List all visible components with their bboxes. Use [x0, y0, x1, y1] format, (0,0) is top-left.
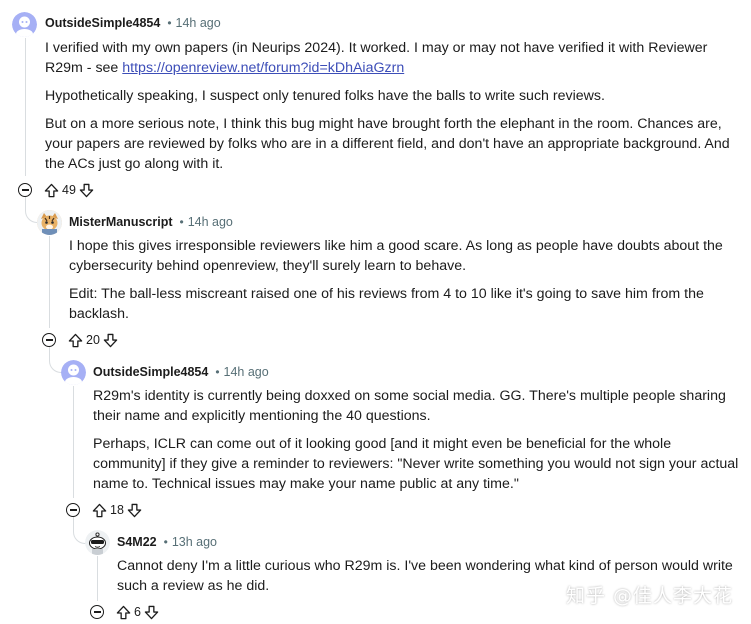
comment-body: I hope this gives irresponsible reviewer… [69, 236, 729, 332]
snoo-avatar-icon [85, 530, 110, 555]
author-name[interactable]: OutsideSimple4854 [93, 365, 208, 379]
tiger-avatar-icon [37, 210, 62, 235]
comment-body: R29m's identity is currently being doxxe… [93, 386, 743, 502]
avatar[interactable] [85, 530, 110, 555]
comment-paragraph: Edit: The ball-less miscreant raised one… [69, 286, 704, 322]
comment-paragraph: I hope this gives irresponsible reviewer… [69, 238, 723, 274]
vote-score: 6 [134, 605, 141, 619]
upvote-icon[interactable] [68, 333, 83, 348]
comment-body: I verified with my own papers (in Neurip… [45, 38, 745, 182]
avatar[interactable] [37, 210, 62, 235]
timestamp[interactable]: 13h ago [172, 535, 217, 549]
timestamp[interactable]: 14h ago [176, 16, 221, 30]
separator-dot: • [215, 365, 220, 379]
downvote-icon[interactable] [127, 503, 142, 518]
comment-paragraph: I verified with my own papers (in Neurip… [45, 40, 708, 76]
author-name[interactable]: OutsideSimple4854 [45, 16, 160, 30]
comment-paragraph: Perhaps, ICLR can come out of it looking… [93, 436, 739, 492]
comment-paragraph: Hypothetically speaking, I suspect only … [45, 88, 605, 104]
comment-header: OutsideSimple4854 • 14h ago [45, 16, 221, 30]
comment-header: MisterManuscript • 14h ago [69, 215, 233, 229]
vote-score: 20 [86, 333, 100, 347]
downvote-icon[interactable] [144, 605, 159, 620]
vote-control: 6 [116, 605, 159, 620]
timestamp[interactable]: 14h ago [188, 215, 233, 229]
default-avatar-icon [12, 12, 37, 37]
vote-control: 18 [92, 503, 142, 518]
comment-header: S4M22 • 13h ago [117, 535, 217, 549]
thread-line [25, 38, 26, 176]
collapse-icon[interactable] [66, 503, 80, 517]
collapse-icon[interactable] [18, 183, 32, 197]
upvote-icon[interactable] [92, 503, 107, 518]
comment-actions: 20 [42, 330, 118, 350]
separator-dot: • [163, 535, 168, 549]
separator-dot: • [179, 215, 184, 229]
watermark: 知乎 @佳人李大花 [565, 585, 733, 607]
thread-line [73, 386, 74, 498]
downvote-icon[interactable] [103, 333, 118, 348]
thread-line [49, 236, 50, 328]
comment-header: OutsideSimple4854 • 14h ago [93, 365, 269, 379]
author-name[interactable]: MisterManuscript [69, 215, 173, 229]
collapse-icon[interactable] [90, 605, 104, 619]
vote-score: 49 [62, 183, 76, 197]
comment-actions: 18 [66, 500, 142, 520]
author-name[interactable]: S4M22 [117, 535, 157, 549]
default-avatar-icon [61, 360, 86, 385]
comment-actions: 6 [90, 602, 159, 622]
comment-paragraph: R29m's identity is currently being doxxe… [93, 388, 726, 424]
separator-dot: • [167, 16, 172, 30]
thread-line [97, 556, 98, 601]
downvote-icon[interactable] [79, 183, 94, 198]
collapse-icon[interactable] [42, 333, 56, 347]
avatar[interactable] [61, 360, 86, 385]
comment-actions: 49 [18, 180, 94, 200]
vote-score: 18 [110, 503, 124, 517]
timestamp[interactable]: 14h ago [224, 365, 269, 379]
openreview-link[interactable]: https://openreview.net/forum?id=kDhAiaGz… [122, 60, 404, 76]
upvote-icon[interactable] [116, 605, 131, 620]
upvote-icon[interactable] [44, 183, 59, 198]
vote-control: 20 [68, 333, 118, 348]
vote-control: 49 [44, 183, 94, 198]
comment-paragraph: But on a more serious note, I think this… [45, 116, 730, 172]
avatar[interactable] [12, 12, 37, 37]
